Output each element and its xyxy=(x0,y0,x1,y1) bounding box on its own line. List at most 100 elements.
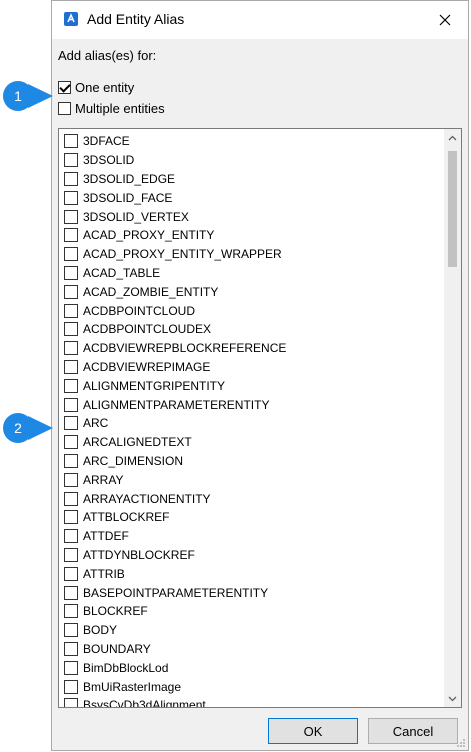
entity-checkbox[interactable] xyxy=(64,641,78,656)
dialog-title: Add Entity Alias xyxy=(87,11,185,27)
entity-checkbox[interactable] xyxy=(64,359,78,374)
list-item[interactable]: ATTBLOCKREF xyxy=(59,508,442,527)
cancel-button[interactable]: Cancel xyxy=(368,718,458,744)
list-item[interactable]: BsysCvDb3dAlignment xyxy=(59,696,442,707)
option-label: Multiple entities xyxy=(75,100,165,116)
entity-checkbox[interactable] xyxy=(64,435,78,450)
entity-checkbox[interactable] xyxy=(64,247,78,262)
entity-checkbox[interactable] xyxy=(64,510,78,525)
entity-checkbox[interactable] xyxy=(64,623,78,638)
scroll-up-button[interactable] xyxy=(444,129,461,146)
list-item[interactable]: ACAD_TABLE xyxy=(59,264,442,283)
entity-checkbox[interactable] xyxy=(64,341,78,356)
title-bar: Add Entity Alias xyxy=(52,1,468,39)
list-item[interactable]: ACAD_PROXY_ENTITY xyxy=(59,226,442,245)
entity-checkbox[interactable] xyxy=(64,378,78,393)
scroll-down-button[interactable] xyxy=(444,690,461,707)
list-item[interactable]: BASEPOINTPARAMETERENTITY xyxy=(59,583,442,602)
list-item[interactable]: ARC_DIMENSION xyxy=(59,452,442,471)
list-item[interactable]: ATTDEF xyxy=(59,527,442,546)
entity-checkbox[interactable] xyxy=(64,190,78,205)
entity-checkbox[interactable] xyxy=(64,416,78,431)
entity-checkbox[interactable] xyxy=(64,397,78,412)
list-item[interactable]: ALIGNMENTGRIPENTITY xyxy=(59,376,442,395)
ok-button[interactable]: OK xyxy=(268,718,358,744)
list-item[interactable]: BLOCKREF xyxy=(59,602,442,621)
entity-label: BimDbBlockLod xyxy=(83,660,169,675)
entity-checkbox[interactable] xyxy=(64,679,78,694)
entity-checkbox[interactable] xyxy=(64,698,78,707)
list-item[interactable]: BimDbBlockLod xyxy=(59,658,442,677)
entity-label: ATTDEF xyxy=(83,529,129,544)
add-entity-alias-dialog: Add Entity Alias Add alias(es) for: One … xyxy=(51,0,469,751)
list-item[interactable]: ATTDYNBLOCKREF xyxy=(59,546,442,565)
entity-checkbox[interactable] xyxy=(64,265,78,280)
entity-label: 3DSOLID xyxy=(83,153,135,168)
entity-checkbox[interactable] xyxy=(64,566,78,581)
list-item[interactable]: ACDBVIEWREPBLOCKREFERENCE xyxy=(59,339,442,358)
entity-label: ATTBLOCKREF xyxy=(83,510,170,525)
entity-checkbox[interactable] xyxy=(64,472,78,487)
entity-checkbox[interactable] xyxy=(64,660,78,675)
entity-checkbox[interactable] xyxy=(64,453,78,468)
entity-label: BOUNDARY xyxy=(83,641,151,656)
list-item[interactable]: 3DFACE xyxy=(59,132,442,151)
chevron-down-icon xyxy=(448,696,457,701)
entity-checkbox[interactable] xyxy=(64,604,78,619)
list-item[interactable]: ACAD_PROXY_ENTITY_WRAPPER xyxy=(59,245,442,264)
entity-checkbox[interactable] xyxy=(64,209,78,224)
list-item[interactable]: ACAD_ZOMBIE_ENTITY xyxy=(59,282,442,301)
entity-label: ACDBVIEWREPIMAGE xyxy=(83,359,211,374)
list-item[interactable]: ALIGNMENTPARAMETERENTITY xyxy=(59,395,442,414)
list-item[interactable]: ARC xyxy=(59,414,442,433)
list-item[interactable]: ARCALIGNEDTEXT xyxy=(59,433,442,452)
entity-label: ACAD_ZOMBIE_ENTITY xyxy=(83,284,219,299)
entity-checkbox[interactable] xyxy=(64,153,78,168)
entity-label: ARC_DIMENSION xyxy=(83,453,184,468)
one-entity-checkbox[interactable] xyxy=(58,80,71,94)
entity-label: ARC xyxy=(83,416,109,431)
entity-checkbox[interactable] xyxy=(64,303,78,318)
entity-checkbox[interactable] xyxy=(64,547,78,562)
entity-checkbox[interactable] xyxy=(64,228,78,243)
list-item[interactable]: ACDBPOINTCLOUD xyxy=(59,301,442,320)
close-icon xyxy=(439,14,451,26)
resize-grip-icon[interactable] xyxy=(456,738,466,748)
entity-checkbox[interactable] xyxy=(64,284,78,299)
entity-checkbox[interactable] xyxy=(64,171,78,186)
entity-label: ACAD_TABLE xyxy=(83,265,161,280)
option-one-entity[interactable]: One entity xyxy=(58,78,134,96)
list-item[interactable]: ACDBVIEWREPIMAGE xyxy=(59,358,442,377)
callout-1-badge: 1 xyxy=(3,81,33,111)
entity-checkbox[interactable] xyxy=(64,491,78,506)
list-item[interactable]: ATTRIB xyxy=(59,564,442,583)
list-item[interactable]: BODY xyxy=(59,621,442,640)
vertical-scrollbar[interactable] xyxy=(444,129,461,707)
list-item[interactable]: ARRAY xyxy=(59,470,442,489)
close-button[interactable] xyxy=(422,1,468,39)
scroll-thumb[interactable] xyxy=(448,151,457,267)
entity-label: BODY xyxy=(83,623,118,638)
entity-items: 3DFACE 3DSOLID 3DSOLID_EDGE 3DSOLID_FACE 3DS… xyxy=(59,132,442,707)
list-item[interactable]: 3DSOLID_FACE xyxy=(59,188,442,207)
list-item[interactable]: 3DSOLID_EDGE xyxy=(59,170,442,189)
list-item[interactable]: BmUiRasterImage xyxy=(59,677,442,696)
entity-label: 3DSOLID_EDGE xyxy=(83,171,176,186)
list-item[interactable]: ARRAYACTIONENTITY xyxy=(59,489,442,508)
list-item[interactable]: ACDBPOINTCLOUDEX xyxy=(59,320,442,339)
entity-checkbox[interactable] xyxy=(64,585,78,600)
entity-label: ARRAYACTIONENTITY xyxy=(83,491,211,506)
entity-checkbox[interactable] xyxy=(64,529,78,544)
list-item[interactable]: BOUNDARY xyxy=(59,640,442,659)
entity-checkbox[interactable] xyxy=(64,134,78,149)
entity-label: ALIGNMENTGRIPENTITY xyxy=(83,378,226,393)
list-item[interactable]: 3DSOLID_VERTEX xyxy=(59,207,442,226)
entity-checkbox[interactable] xyxy=(64,322,78,337)
entity-label: 3DSOLID_VERTEX xyxy=(83,209,189,224)
multiple-entities-checkbox[interactable] xyxy=(58,101,71,115)
option-multiple-entities[interactable]: Multiple entities xyxy=(58,99,165,117)
entity-list[interactable]: 3DFACE 3DSOLID 3DSOLID_EDGE 3DSOLID_FACE 3DS… xyxy=(58,128,462,708)
list-item[interactable]: 3DSOLID xyxy=(59,151,442,170)
entity-label: ATTRIB xyxy=(83,566,125,581)
entity-label: BmUiRasterImage xyxy=(83,679,182,694)
